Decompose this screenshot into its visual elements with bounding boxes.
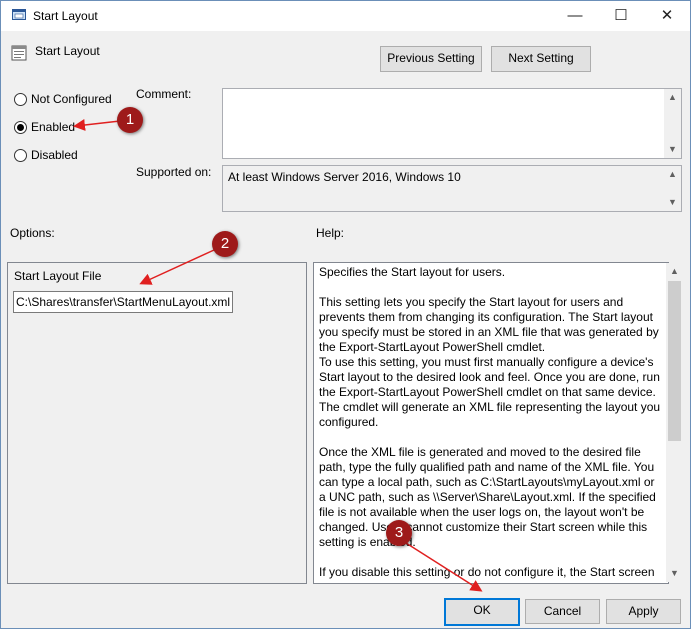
annotation-marker-3: 3 bbox=[386, 520, 412, 546]
annotation-marker-2: 2 bbox=[212, 231, 238, 257]
annotation-arrow-1 bbox=[73, 119, 121, 131]
annotation-marker-1: 1 bbox=[117, 107, 143, 133]
annotation-arrow-2 bbox=[139, 249, 215, 285]
annotation-arrows bbox=[73, 119, 483, 592]
annotation-arrow-3 bbox=[405, 542, 483, 592]
